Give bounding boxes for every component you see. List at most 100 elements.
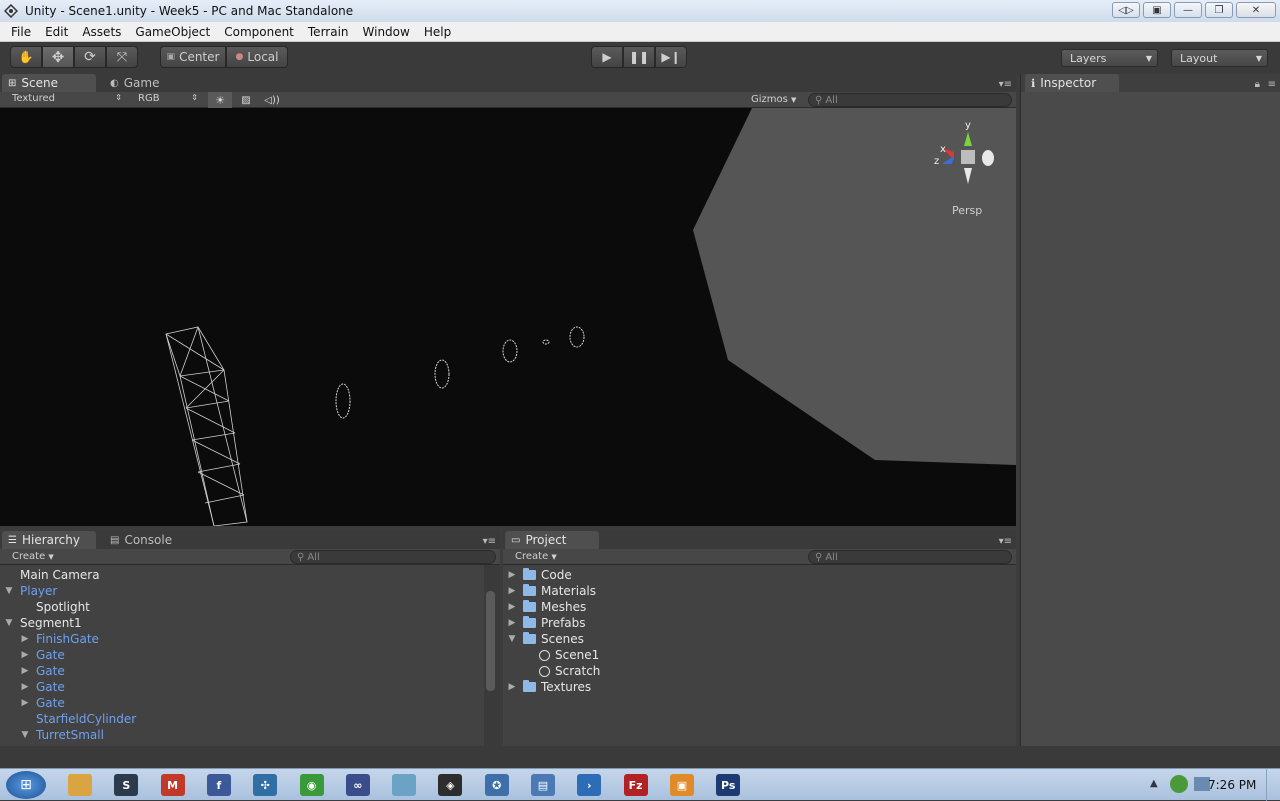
hierarchy-item[interactable]: ▼ TurretSmall [20, 727, 104, 743]
expand-right-icon[interactable]: ▶ [507, 570, 517, 580]
hierarchy-scrollbar[interactable] [484, 565, 498, 746]
hierarchy-item[interactable]: Main Camera [4, 567, 100, 583]
terminal-icon[interactable]: › [577, 774, 602, 796]
play-button[interactable]: ▶ [591, 46, 623, 68]
hierarchy-item[interactable]: ▶ Gate [20, 663, 65, 679]
hierarchy-item[interactable]: ▼ Player [4, 583, 58, 599]
expand-right-icon[interactable]: ▶ [20, 666, 30, 676]
space-toggle[interactable]: ● Local [226, 46, 288, 68]
panel-menu-icon[interactable]: ▾≡ [999, 79, 1012, 90]
archive-icon[interactable]: ▣ [669, 774, 694, 796]
menu-component[interactable]: Component [217, 25, 301, 39]
project-item[interactable]: ▶ Prefabs [507, 615, 586, 631]
explorer-icon[interactable] [68, 774, 92, 796]
expand-right-icon[interactable]: ▶ [507, 602, 517, 612]
start-button[interactable]: ⊞ [6, 771, 46, 799]
steam-icon[interactable]: S [114, 774, 139, 796]
clock[interactable]: 7:26 PM [1208, 778, 1256, 792]
expand-right-icon[interactable]: ▶ [20, 650, 30, 660]
tab-inspector[interactable]: ℹ Inspector [1025, 74, 1119, 92]
menu-terrain[interactable]: Terrain [301, 25, 356, 39]
layout-dropdown[interactable]: Layout ▼ [1171, 49, 1268, 67]
move-tool-button[interactable]: ✥ [42, 46, 74, 68]
menu-gameobject[interactable]: GameObject [128, 25, 217, 39]
unity-icon[interactable]: ◈ [438, 774, 463, 796]
expand-down-icon[interactable]: ▼ [4, 586, 14, 596]
hierarchy-item[interactable]: StarfieldCylinder [20, 711, 136, 727]
settings-icon[interactable]: ✪ [484, 774, 509, 796]
expand-down-icon[interactable]: ▼ [20, 730, 30, 740]
menu-assets[interactable]: Assets [75, 25, 128, 39]
folders-icon[interactable]: ▤ [531, 774, 555, 796]
project-item[interactable]: ▶ Textures [507, 679, 591, 695]
expand-down-icon[interactable]: ▼ [507, 634, 517, 644]
project-item[interactable]: ▶ Meshes [507, 599, 586, 615]
network-icon[interactable]: ✣ [253, 774, 278, 796]
color-mode-dropdown[interactable]: RGB ⇕ [138, 93, 200, 104]
tab-project[interactable]: ▭ Project [505, 531, 599, 549]
window-extra-button[interactable]: ◁▷ [1112, 2, 1140, 18]
expand-right-icon[interactable]: ▶ [507, 682, 517, 692]
scale-tool-button[interactable]: ⤧ [106, 46, 138, 68]
photoshop-icon[interactable]: Ps [716, 774, 741, 796]
audio-toggle[interactable]: ◁)) [260, 92, 284, 108]
layers-dropdown[interactable]: Layers ▼ [1061, 49, 1158, 67]
panel-menu-icon[interactable]: ▾≡ [483, 536, 496, 547]
expand-right-icon[interactable]: ▶ [507, 618, 517, 628]
filezilla-icon[interactable]: Fz [623, 774, 648, 796]
menu-edit[interactable]: Edit [38, 25, 75, 39]
step-button[interactable]: ▶❙ [655, 46, 687, 68]
hierarchy-search-input[interactable]: ⚲ All [290, 550, 496, 564]
scene-viewport[interactable]: y x z Persp [0, 108, 1016, 526]
rotate-tool-button[interactable]: ⟳ [74, 46, 106, 68]
project-search-input[interactable]: ⚲ All [808, 550, 1012, 564]
hierarchy-item[interactable]: Spotlight [20, 599, 90, 615]
window-extra-button-2[interactable]: ▣ [1143, 2, 1171, 18]
project-item[interactable]: Scratch [523, 663, 600, 679]
hierarchy-item[interactable]: ▼ Segment1 [4, 615, 82, 631]
hierarchy-item[interactable]: ▶ Gate [20, 679, 65, 695]
project-item[interactable]: ▶ Code [507, 567, 572, 583]
tray-app-icon[interactable] [1170, 775, 1188, 793]
menu-file[interactable]: File [4, 25, 38, 39]
hand-tool-button[interactable]: ✋ [10, 46, 42, 68]
scrollbar-thumb[interactable] [486, 591, 495, 691]
minimize-button[interactable]: — [1174, 2, 1202, 18]
menu-window[interactable]: Window [356, 25, 417, 39]
pause-button[interactable]: ❚❚ [623, 46, 655, 68]
notepad-icon[interactable] [392, 774, 417, 796]
tab-scene[interactable]: ⊞ Scene [2, 74, 96, 92]
expand-down-icon[interactable]: ▼ [4, 618, 14, 628]
hierarchy-item[interactable]: ▶ Gate [20, 647, 65, 663]
projection-label[interactable]: Persp [952, 204, 982, 217]
facebook-icon[interactable]: f [206, 774, 231, 796]
gizmos-dropdown[interactable]: Gizmos ▼ [751, 94, 796, 105]
expand-right-icon[interactable]: ▶ [507, 586, 517, 596]
lighting-toggle[interactable]: ☀ [208, 92, 232, 108]
scene-search-input[interactable]: ⚲ All [808, 93, 1012, 107]
lock-icon[interactable]: 🔒︎ [1255, 79, 1260, 90]
infinity-icon[interactable]: ∞ [345, 774, 370, 796]
chrome-icon[interactable]: ◉ [299, 774, 324, 796]
maximize-button[interactable]: ❐ [1205, 2, 1233, 18]
close-button[interactable]: ✕ [1236, 2, 1276, 18]
tray-expand-icon[interactable]: ▲ [1150, 778, 1158, 789]
panel-menu-icon[interactable]: ▾≡ [999, 536, 1012, 547]
hierarchy-create-dropdown[interactable]: Create ▼ [12, 551, 54, 562]
expand-right-icon[interactable]: ▶ [20, 698, 30, 708]
hierarchy-item[interactable]: ▶ FinishGate [20, 631, 99, 647]
project-item[interactable]: ▼ Scenes [507, 631, 584, 647]
panel-menu-icon[interactable]: ≡ [1268, 79, 1276, 90]
project-item[interactable]: ▶ Materials [507, 583, 596, 599]
tab-game[interactable]: ◐ Game [104, 74, 184, 92]
expand-right-icon[interactable]: ▶ [20, 634, 30, 644]
menu-help[interactable]: Help [417, 25, 458, 39]
project-item[interactable]: Scene1 [523, 647, 599, 663]
show-desktop-button[interactable] [1266, 769, 1280, 801]
scene-gizmo[interactable]: y x z [930, 118, 1000, 188]
render-mode-dropdown[interactable]: Textured ⇕ [12, 93, 124, 104]
skybox-toggle[interactable]: ▨ [234, 92, 258, 108]
project-create-dropdown[interactable]: Create ▼ [515, 551, 557, 562]
tab-hierarchy[interactable]: ☰ Hierarchy [2, 531, 96, 549]
tab-console[interactable]: ▤ Console [104, 531, 184, 549]
